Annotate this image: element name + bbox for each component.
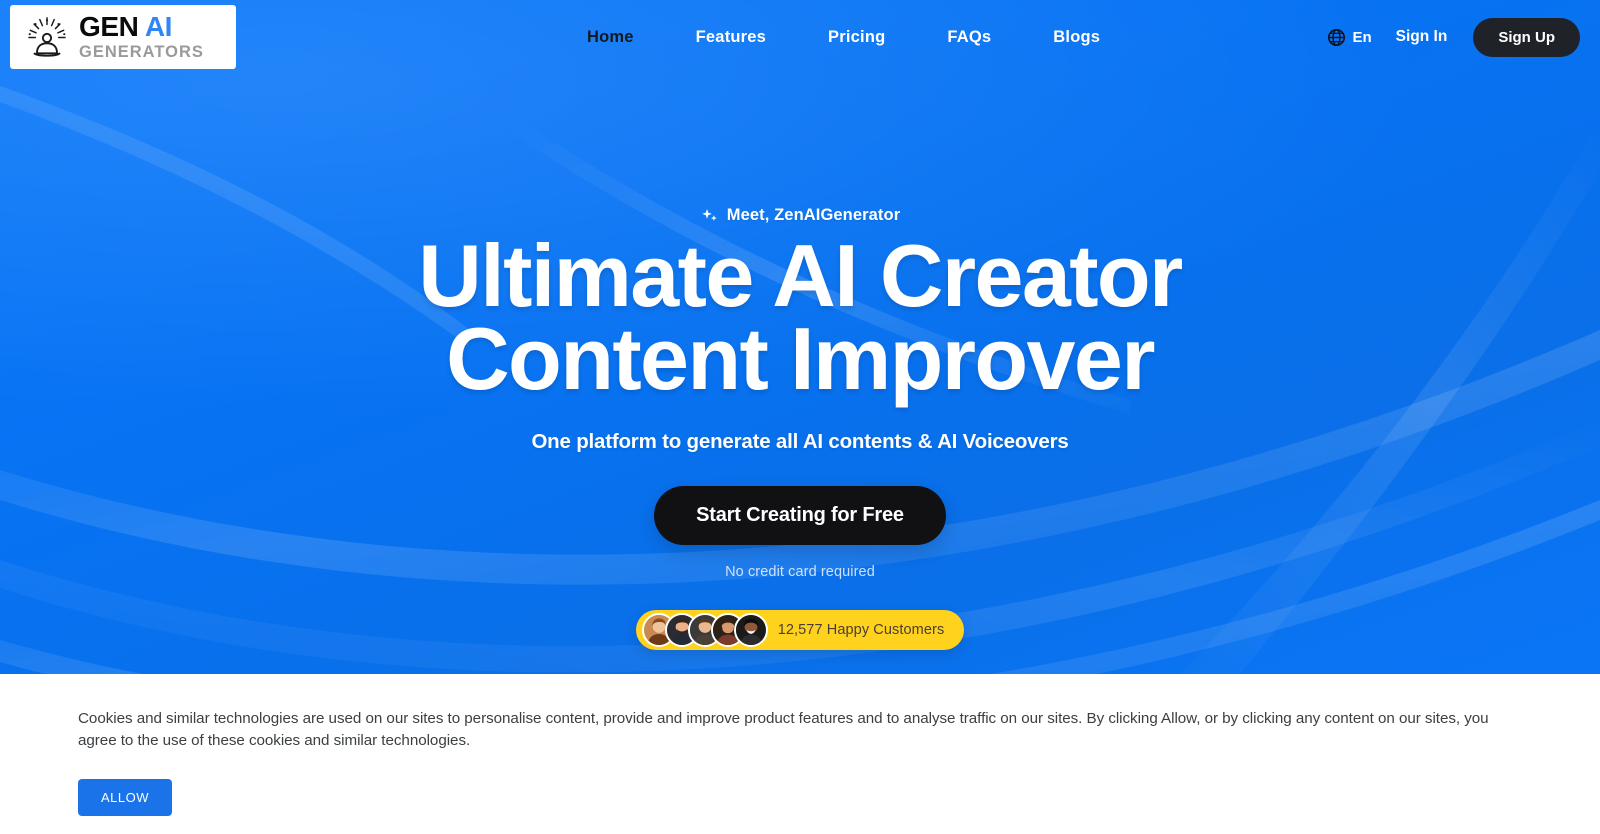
meditating-figure-icon — [28, 17, 66, 57]
no-credit-card-note: No credit card required — [725, 563, 875, 580]
globe-icon — [1328, 28, 1346, 46]
hero-subheading: One platform to generate all AI contents… — [531, 429, 1069, 453]
cookie-consent-banner: Cookies and similar technologies are use… — [0, 674, 1600, 834]
sign-in-link[interactable]: Sign In — [1396, 28, 1448, 46]
cookie-allow-button[interactable]: ALLOW — [78, 779, 173, 817]
sign-up-button[interactable]: Sign Up — [1473, 17, 1580, 57]
hero-eyebrow-text: Meet, ZenAIGenerator — [726, 206, 901, 224]
hero-content: Meet, ZenAIGenerator Ultimate AI Creator… — [0, 0, 1600, 674]
brand-name-bottom: GENERATORS — [79, 43, 204, 62]
sparkles-icon — [701, 209, 717, 222]
nav-item-home[interactable]: Home — [556, 28, 665, 47]
top-navigation-bar: GEN AI GENERATORS Home Features Pricing … — [0, 0, 1600, 74]
nav-item-blogs[interactable]: Blogs — [1022, 28, 1131, 47]
hero-headline-line2: Content Improver — [446, 308, 1155, 408]
happy-customers-badge: 12,577 Happy Customers — [635, 609, 965, 650]
happy-customers-count: 12,577 Happy Customers — [777, 621, 945, 638]
language-selector[interactable]: En — [1327, 28, 1372, 47]
hero-section: GEN AI GENERATORS Home Features Pricing … — [0, 0, 1600, 674]
page-root: GEN AI GENERATORS Home Features Pricing … — [0, 0, 1600, 834]
cookie-consent-text: Cookies and similar technologies are use… — [78, 710, 1489, 749]
hero-headline: Ultimate AI Creator Content Improver — [418, 232, 1183, 408]
hero-eyebrow: Meet, ZenAIGenerator — [700, 206, 900, 225]
avatar — [733, 612, 768, 647]
nav-item-faqs[interactable]: FAQs — [916, 28, 1022, 47]
brand-name-top: GEN AI — [79, 11, 173, 43]
nav-item-pricing[interactable]: Pricing — [797, 28, 916, 47]
nav-links: Home Features Pricing FAQs Blogs — [556, 0, 1131, 74]
brand-logo[interactable]: GEN AI GENERATORS — [10, 5, 236, 69]
brand-wordmark: GEN AI GENERATORS — [79, 13, 204, 61]
customer-avatars — [641, 612, 768, 647]
start-creating-button[interactable]: Start Creating for Free — [654, 485, 946, 545]
nav-actions: En Sign In Sign Up — [1327, 0, 1580, 74]
nav-item-features[interactable]: Features — [665, 28, 797, 47]
language-label: En — [1352, 28, 1372, 46]
